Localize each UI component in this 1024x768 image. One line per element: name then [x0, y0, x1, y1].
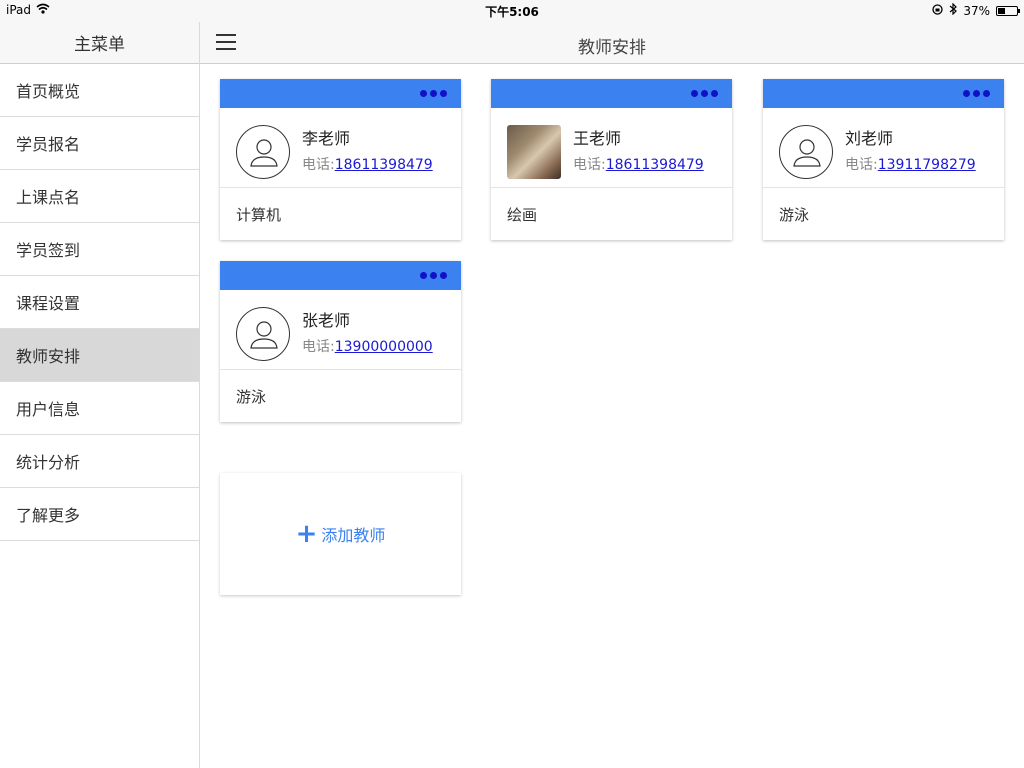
- teacher-card: 王老师 电话:18611398479 绘画: [491, 79, 732, 240]
- page-title: 教师安排: [578, 38, 646, 58]
- top-bar: 教师安排: [200, 22, 1024, 64]
- phone-link[interactable]: 18611398479: [606, 157, 704, 173]
- phone-link[interactable]: 13900000000: [335, 339, 433, 355]
- more-options-icon[interactable]: [691, 90, 718, 97]
- more-options-icon[interactable]: [420, 90, 447, 97]
- teacher-subject: 绘画: [507, 205, 538, 224]
- bluetooth-icon: [949, 2, 958, 18]
- sidebar-title: 主菜单: [0, 22, 199, 64]
- clock: 下午5:06: [485, 5, 539, 19]
- status-bar: iPad 下午5:06 37%: [0, 0, 1024, 22]
- sidebar-item-user-info[interactable]: 用户信息: [0, 382, 199, 435]
- teacher-subject: 计算机: [236, 205, 282, 224]
- sidebar: 主菜单 首页概览 学员报名 上课点名 学员签到 课程设置 教师安排 用户信息 统…: [0, 22, 200, 768]
- more-options-icon[interactable]: [963, 90, 990, 97]
- default-avatar-icon: [236, 125, 290, 179]
- teacher-card: 张老师 电话:13900000000 游泳: [220, 261, 461, 422]
- teacher-name: 李老师: [302, 129, 351, 148]
- teacher-grid: 李老师 电话:18611398479 计算机 王老师 电话:1861139847…: [200, 64, 1024, 768]
- sidebar-item-roll-call[interactable]: 上课点名: [0, 170, 199, 223]
- teacher-subject: 游泳: [779, 205, 810, 224]
- sidebar-item-more[interactable]: 了解更多: [0, 488, 199, 541]
- teacher-name: 刘老师: [845, 129, 894, 148]
- sidebar-item-teachers[interactable]: 教师安排: [0, 329, 199, 382]
- orientation-lock-icon: [932, 3, 943, 18]
- sidebar-item-enrollment[interactable]: 学员报名: [0, 117, 199, 170]
- teacher-card: 刘老师 电话:13911798279 游泳: [763, 79, 1004, 240]
- card-header: [491, 79, 732, 108]
- sidebar-item-statistics[interactable]: 统计分析: [0, 435, 199, 488]
- sidebar-item-overview[interactable]: 首页概览: [0, 64, 199, 117]
- teacher-card: 李老师 电话:18611398479 计算机: [220, 79, 461, 240]
- battery-percent: 37%: [963, 3, 990, 18]
- phone-label: 电话:: [302, 339, 335, 355]
- battery-icon: [996, 5, 1020, 16]
- phone-label: 电话:: [573, 157, 606, 173]
- phone-label: 电话:: [845, 157, 878, 173]
- phone-label: 电话:: [302, 157, 335, 173]
- default-avatar-icon: [779, 125, 833, 179]
- card-header: [763, 79, 1004, 108]
- plus-icon: +: [295, 519, 318, 549]
- more-options-icon[interactable]: [420, 272, 447, 279]
- add-teacher-label: 添加教师: [321, 526, 386, 545]
- default-avatar-icon: [236, 307, 290, 361]
- teacher-name: 王老师: [573, 129, 622, 148]
- card-header: [220, 261, 461, 290]
- teacher-photo: [507, 125, 561, 179]
- teacher-name: 张老师: [302, 311, 351, 330]
- teacher-subject: 游泳: [236, 387, 267, 406]
- sidebar-item-course-settings[interactable]: 课程设置: [0, 276, 199, 329]
- phone-link[interactable]: 13911798279: [878, 157, 976, 173]
- sidebar-item-check-in[interactable]: 学员签到: [0, 223, 199, 276]
- phone-link[interactable]: 18611398479: [335, 157, 433, 173]
- add-teacher-button[interactable]: + 添加教师: [220, 473, 461, 595]
- card-header: [220, 79, 461, 108]
